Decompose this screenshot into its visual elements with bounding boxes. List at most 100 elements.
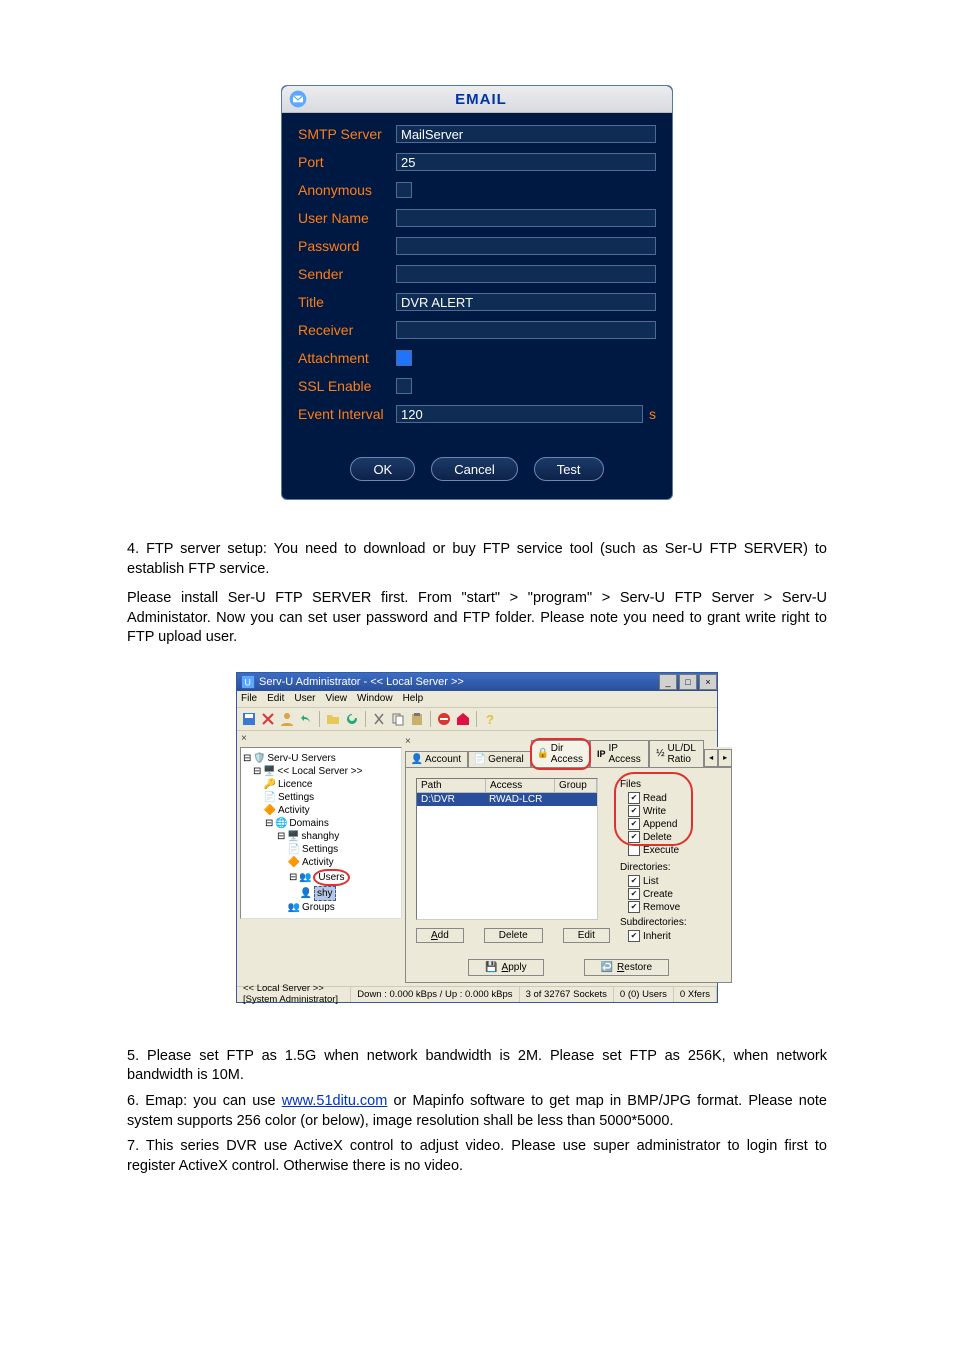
perm-delete-checkbox[interactable]	[628, 831, 640, 843]
tree-domain-shanghy[interactable]: shanghy	[301, 830, 339, 843]
ok-button[interactable]: OK	[350, 457, 415, 481]
menu-view[interactable]: View	[325, 693, 347, 704]
perm-execute-checkbox[interactable]	[628, 844, 640, 856]
toolbar-cut-icon[interactable]	[371, 711, 387, 727]
anonymous-label: Anonymous	[298, 182, 396, 198]
tree-activity[interactable]: Activity	[278, 804, 310, 817]
menu-file[interactable]: File	[241, 693, 257, 704]
save-icon: 💾	[485, 962, 497, 973]
toolbar-paste-icon[interactable]	[409, 711, 425, 727]
directories-group-label: Directories:	[620, 861, 687, 874]
dir-access-list[interactable]: Path Access Group D:\DVR RWAD-LCR	[416, 778, 598, 920]
window-minimize-button[interactable]: _	[659, 674, 677, 690]
event-interval-label: Event Interval	[298, 406, 396, 422]
tabs-scroll-left[interactable]: ◂	[704, 749, 718, 767]
tree-domain-settings[interactable]: Settings	[302, 843, 338, 856]
tree-license[interactable]: Licence	[278, 778, 312, 791]
paragraph-step-a: Please install Ser-U FTP SERVER first. F…	[127, 589, 827, 672]
perm-execute-label: Execute	[643, 844, 679, 857]
toolbar-home-icon[interactable]	[455, 711, 471, 727]
servu-menubar: File Edit User View Window Help	[237, 691, 717, 708]
title-input[interactable]	[396, 293, 656, 311]
perm-read-checkbox[interactable]	[628, 792, 640, 804]
window-maximize-button[interactable]: □	[679, 674, 697, 690]
delete-button[interactable]: Delete	[484, 928, 543, 943]
password-input[interactable]	[396, 237, 656, 255]
paragraph-activex: 7. This series DVR use ActiveX control t…	[127, 1137, 827, 1176]
apply-button[interactable]: 💾 Apply	[468, 959, 543, 976]
servu-tree[interactable]: ⊟🛡️Serv-U Servers ⊟🖥️<< Local Server >> …	[240, 747, 402, 919]
tab-general-label: General	[488, 754, 524, 765]
toolbar-undo-icon[interactable]	[298, 711, 314, 727]
restore-button[interactable]: ↩️ Restore	[584, 959, 669, 976]
tab-dir-access[interactable]: 🔒 Dir Access	[531, 740, 590, 767]
col-path[interactable]: Path	[417, 779, 486, 792]
row-path: D:\DVR	[417, 793, 485, 806]
edit-button[interactable]: Edit	[563, 928, 610, 943]
add-button[interactable]: AAdddd	[416, 928, 464, 943]
toolbar-copy-icon[interactable]	[390, 711, 406, 727]
tree-local-server[interactable]: << Local Server >>	[277, 765, 362, 778]
servu-titlebar[interactable]: U Serv-U Administrator - << Local Server…	[237, 673, 717, 691]
anonymous-checkbox[interactable]	[396, 182, 412, 198]
servu-title-text: Serv-U Administrator - << Local Server >…	[259, 676, 464, 688]
files-group-label: Files	[620, 778, 687, 791]
toolbar-help-icon[interactable]: ?	[482, 711, 498, 727]
toolbar-user-icon[interactable]	[279, 711, 295, 727]
receiver-label: Receiver	[298, 322, 396, 338]
menu-user[interactable]: User	[294, 693, 315, 704]
tree-users[interactable]: Users	[313, 869, 349, 886]
tree-user-shy[interactable]: shy	[314, 886, 336, 901]
perm-create-label: Create	[643, 888, 673, 901]
emap-link[interactable]: www.51ditu.com	[282, 1093, 388, 1109]
sender-input[interactable]	[396, 265, 656, 283]
attachment-checkbox[interactable]	[396, 350, 412, 366]
paragraph-ftp-bandwidth: 5. Please set FTP as 1.5G when network b…	[127, 1047, 827, 1086]
test-button[interactable]: Test	[534, 457, 604, 481]
menu-help[interactable]: Help	[403, 693, 424, 704]
status-users: 0 (0) Users	[614, 987, 674, 1002]
perm-remove-checkbox[interactable]	[628, 901, 640, 913]
tab-account-label: Account	[425, 754, 461, 765]
undo-icon: ↩️	[601, 962, 613, 973]
servu-right-panel: × 👤 Account 📄 General 🔒 Dir Access	[405, 734, 732, 983]
event-interval-input[interactable]	[396, 405, 643, 423]
toolbar-delete-icon[interactable]	[260, 711, 276, 727]
receiver-input[interactable]	[396, 321, 656, 339]
window-close-button[interactable]: ×	[699, 674, 717, 690]
tree-settings[interactable]: Settings	[278, 791, 314, 804]
perm-create-checkbox[interactable]	[628, 888, 640, 900]
person-icon: 👤	[412, 754, 422, 764]
event-interval-unit: s	[649, 406, 656, 422]
users-icon: 👥	[300, 872, 310, 882]
port-input[interactable]	[396, 153, 656, 171]
perm-list-checkbox[interactable]	[628, 875, 640, 887]
tab-general[interactable]: 📄 General	[468, 751, 531, 767]
col-group[interactable]: Group	[555, 779, 597, 792]
tree-domains[interactable]: Domains	[289, 817, 328, 830]
activity-icon: 🔶	[265, 805, 275, 815]
tab-ip-access[interactable]: IP IP Access	[590, 740, 649, 767]
perm-write-checkbox[interactable]	[628, 805, 640, 817]
smtp-server-input[interactable]	[396, 125, 656, 143]
tab-account[interactable]: 👤 Account	[405, 751, 468, 767]
menu-window[interactable]: Window	[357, 693, 393, 704]
tree-groups[interactable]: Groups	[302, 901, 335, 914]
toolbar-save-icon[interactable]	[241, 711, 257, 727]
tabs-scroll-right[interactable]: ▸	[718, 749, 732, 767]
perm-append-checkbox[interactable]	[628, 818, 640, 830]
toolbar-stop-icon[interactable]	[436, 711, 452, 727]
toolbar-open-icon[interactable]	[325, 711, 341, 727]
perm-inherit-checkbox[interactable]	[628, 930, 640, 942]
col-access[interactable]: Access	[486, 779, 555, 792]
tree-root[interactable]: Serv-U Servers	[267, 752, 335, 765]
cancel-button[interactable]: Cancel	[431, 457, 517, 481]
ssl-enable-checkbox[interactable]	[396, 378, 412, 394]
settings-icon: 📄	[265, 792, 275, 802]
toolbar-refresh-icon[interactable]	[344, 711, 360, 727]
dir-access-row[interactable]: D:\DVR RWAD-LCR	[417, 793, 597, 806]
tab-uldl-ratio[interactable]: ½ UL/DL Ratio	[649, 740, 704, 767]
tree-domain-activity[interactable]: Activity	[302, 856, 334, 869]
username-input[interactable]	[396, 209, 656, 227]
menu-edit[interactable]: Edit	[267, 693, 284, 704]
